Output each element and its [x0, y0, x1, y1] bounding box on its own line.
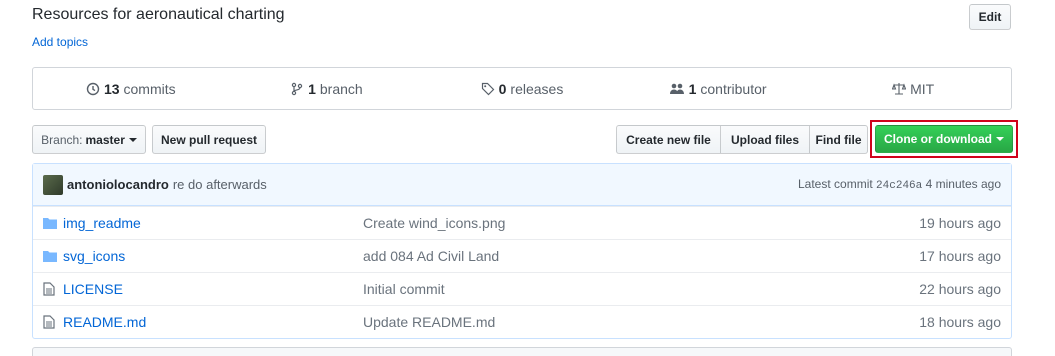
- file-age: 19 hours ago: [919, 215, 1001, 231]
- branch-icon: [291, 82, 303, 95]
- numbers-summary: 13 commits 1 branch 0 releases 1 contrib…: [32, 67, 1012, 110]
- contributors-label: contributor: [700, 80, 767, 97]
- folder-icon: [43, 218, 57, 229]
- file-icon: [43, 315, 55, 329]
- commit-sha[interactable]: 24c246a: [876, 180, 922, 192]
- file-name[interactable]: LICENSE: [63, 281, 363, 297]
- people-icon: [669, 83, 684, 94]
- table-row: README.md Update README.md 18 hours ago: [33, 305, 1011, 338]
- readme-header: [32, 347, 1012, 356]
- branch-select[interactable]: Branch: master: [32, 125, 146, 154]
- file-name[interactable]: svg_icons: [63, 248, 363, 264]
- avatar[interactable]: [43, 174, 63, 195]
- upload-files-button[interactable]: Upload files: [720, 125, 810, 154]
- clone-highlight: Clone or download: [870, 120, 1018, 158]
- releases-link[interactable]: 0 releases: [424, 68, 620, 109]
- file-commit-message[interactable]: add 084 Ad Civil Land: [363, 248, 499, 264]
- license-label: MIT: [910, 80, 935, 97]
- latest-commit-prefix: Latest commit: [798, 177, 873, 191]
- file-actions-group: Create new file Upload files Find file: [616, 125, 868, 154]
- branches-label: branch: [319, 80, 363, 97]
- branches-link[interactable]: 1 branch: [229, 68, 425, 109]
- branch-value: master: [85, 132, 125, 147]
- releases-label: releases: [510, 80, 564, 97]
- commits-link[interactable]: 13 commits: [33, 68, 229, 109]
- commit-age: 4 minutes ago: [925, 177, 1001, 191]
- edit-button[interactable]: Edit: [969, 4, 1011, 30]
- file-commit-message[interactable]: Initial commit: [363, 281, 445, 297]
- branch-label: Branch:: [41, 132, 83, 147]
- clone-or-download-button[interactable]: Clone or download: [875, 125, 1013, 153]
- repo-description: Resources for aeronautical charting: [32, 6, 285, 23]
- new-pull-request-button[interactable]: New pull request: [152, 125, 266, 154]
- law-icon: [892, 82, 907, 95]
- table-row: LICENSE Initial commit 22 hours ago: [33, 272, 1011, 305]
- file-list: antoniolocandro re do afterwards Latest …: [32, 163, 1012, 339]
- commit-author[interactable]: antoniolocandro: [67, 177, 169, 192]
- create-new-file-button[interactable]: Create new file: [616, 125, 721, 154]
- table-row: img_readme Create wind_icons.png 19 hour…: [33, 206, 1011, 239]
- find-file-button[interactable]: Find file: [809, 125, 868, 154]
- commit-message[interactable]: re do afterwards: [173, 177, 267, 192]
- caret-down-icon: [128, 137, 137, 142]
- contributors-link[interactable]: 1 contributor: [620, 68, 816, 109]
- commits-label: commits: [123, 80, 176, 97]
- file-icon: [43, 282, 55, 296]
- latest-commit-bar: antoniolocandro re do afterwards Latest …: [33, 164, 1011, 206]
- commits-count: 13: [103, 80, 120, 97]
- clone-label: Clone or download: [884, 132, 992, 146]
- folder-icon: [43, 251, 57, 262]
- add-topics-link[interactable]: Add topics: [32, 35, 88, 49]
- releases-count: 0: [498, 80, 507, 97]
- tag-icon: [481, 82, 494, 95]
- file-age: 22 hours ago: [919, 281, 1001, 297]
- file-name[interactable]: img_readme: [63, 215, 363, 231]
- caret-down-icon: [996, 137, 1004, 141]
- history-icon: [86, 82, 100, 95]
- file-name[interactable]: README.md: [63, 314, 363, 330]
- file-age: 18 hours ago: [919, 314, 1001, 330]
- file-age: 17 hours ago: [919, 248, 1001, 264]
- table-row: svg_icons add 084 Ad Civil Land 17 hours…: [33, 239, 1011, 272]
- branches-count: 1: [308, 80, 316, 97]
- latest-commit-info: Latest commit 24c246a 4 minutes ago: [798, 177, 1001, 192]
- contributors-count: 1: [688, 80, 697, 97]
- license-link[interactable]: MIT: [815, 68, 1011, 109]
- file-commit-message[interactable]: Update README.md: [363, 314, 495, 330]
- file-commit-message[interactable]: Create wind_icons.png: [363, 215, 505, 231]
